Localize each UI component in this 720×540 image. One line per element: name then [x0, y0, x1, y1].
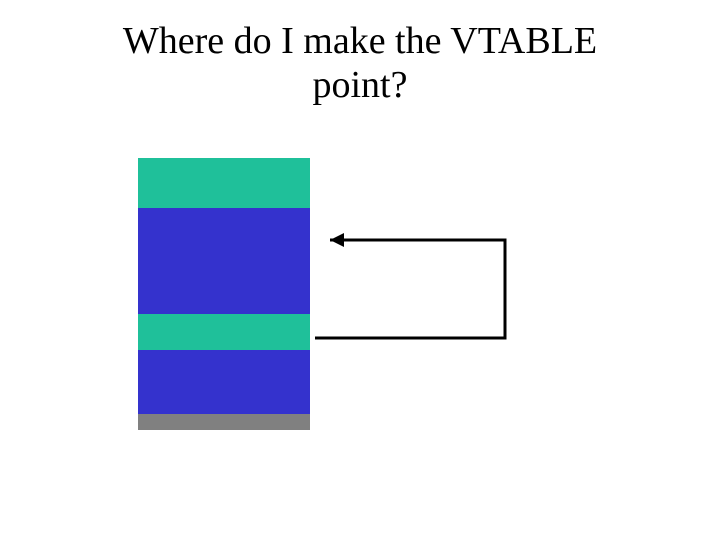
seg-gray-1 — [138, 414, 310, 430]
seg-blue-1 — [138, 208, 310, 314]
seg-blue-2 — [138, 350, 310, 414]
title-line-2: point? — [313, 64, 408, 106]
seg-teal-1 — [138, 158, 310, 208]
seg-teal-2 — [138, 314, 310, 350]
pointer-arrow — [310, 230, 515, 346]
slide-title: Where do I make the VTABLE point? — [0, 20, 720, 107]
title-line-1: Where do I make the VTABLE — [123, 20, 597, 62]
memory-stack — [138, 158, 310, 430]
